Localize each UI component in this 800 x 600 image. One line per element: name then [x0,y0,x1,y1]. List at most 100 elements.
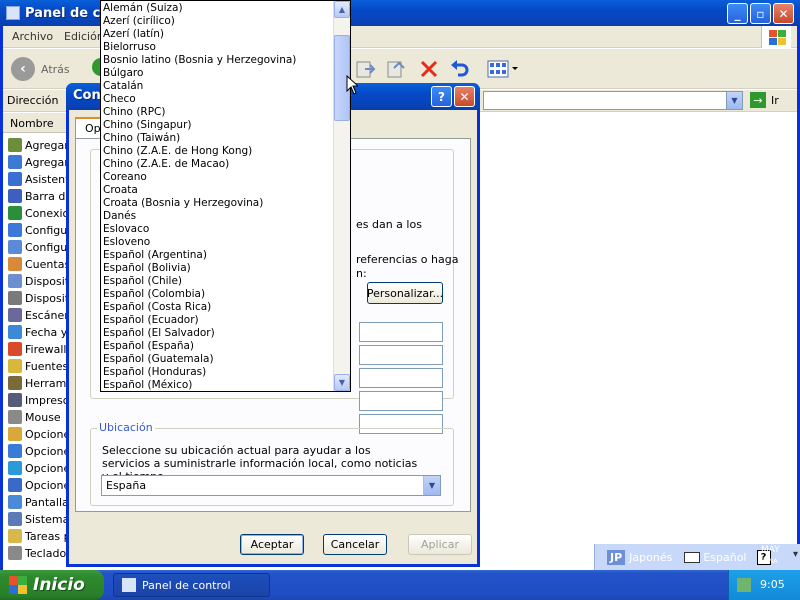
dropdown-scrollbar[interactable]: ▲ ▼ [333,1,350,391]
scroll-up-icon[interactable]: ▲ [334,1,350,18]
dropdown-option[interactable]: Danés [103,210,333,223]
keyboard-icon[interactable] [684,551,701,563]
back-button[interactable]: ‹ Atrás [11,57,70,81]
scroll-down-icon[interactable]: ▼ [334,374,350,391]
list-item[interactable]: Dispositiv [8,273,73,289]
minimize-button[interactable]: _ [727,3,748,24]
list-item[interactable]: Opciones [8,443,73,459]
location-select[interactable]: España ▼ [101,475,441,496]
list-item[interactable]: Firewall d [8,341,73,357]
list-item[interactable]: Sistema [8,511,73,527]
dropdown-option[interactable]: Catalán [103,80,333,93]
ok-button[interactable]: Aceptar [240,534,304,555]
list-item[interactable]: Tareas p [8,528,73,544]
list-item[interactable]: Teclado [8,545,73,561]
dropdown-option[interactable]: Azerí (latín) [103,28,333,41]
control-panel-task-icon [122,578,136,592]
views-icon[interactable] [486,58,520,80]
taskbar-item-control-panel[interactable]: Panel de control [113,573,270,597]
list-item[interactable]: Configura [8,222,73,238]
list-item[interactable]: Pantalla [8,494,73,510]
dropdown-option[interactable]: Bielorruso [103,41,333,54]
help-button[interactable]: ? [431,86,452,107]
applet-icon [8,376,22,390]
dropdown-option[interactable]: Chino (Z.A.E. de Hong Kong) [103,145,333,158]
apply-button[interactable]: Aplicar [408,534,472,555]
list-item[interactable]: Mouse [8,409,73,425]
list-item[interactable]: Conexion [8,205,73,221]
list-item[interactable]: Barra de [8,188,73,204]
list-item[interactable]: Herramie [8,375,73,391]
dropdown-option[interactable]: Español (Honduras) [103,366,333,379]
list-item[interactable]: Escáner [8,307,73,323]
dropdown-option[interactable]: Croata (Bosnia y Herzegovina) [103,197,333,210]
dropdown-option[interactable]: Alemán (Suiza) [103,2,333,15]
dropdown-option[interactable]: Búlgaro [103,67,333,80]
langbar-options-icon[interactable]: ▾ [793,549,798,560]
dropdown-option[interactable]: Chino (Z.A.E. de Macao) [103,158,333,171]
list-item[interactable]: Asistente [8,171,73,187]
list-item[interactable]: Opciones [8,426,73,442]
tray-network-icon[interactable] [737,578,751,592]
list-item[interactable]: Cuentas [8,256,73,272]
dropdown-option[interactable]: Español (Argentina) [103,249,333,262]
sample-currency-field [359,345,443,365]
list-item[interactable]: Agregar [8,154,73,170]
list-item[interactable]: Agregar [8,137,73,153]
caps-indicator: MAY [761,545,780,555]
go-arrow-icon[interactable]: → [750,92,766,108]
dropdown-option[interactable]: Español (Bolivia) [103,262,333,275]
dropdown-option[interactable]: Eslovaco [103,223,333,236]
list-item[interactable]: Fecha y l [8,324,73,340]
dropdown-option[interactable]: Azerí (cirílico) [103,15,333,28]
dropdown-option[interactable]: Español (Ecuador) [103,314,333,327]
dropdown-option[interactable]: Bosnio latino (Bosnia y Herzegovina) [103,54,333,67]
list-item[interactable]: Impresor [8,392,73,408]
dropdown-option[interactable]: Español (Chile) [103,275,333,288]
start-label: Inicio [33,575,85,595]
applet-icon [8,546,22,560]
copy-to-icon[interactable] [386,58,408,80]
maximize-button[interactable]: ▫ [750,3,771,24]
system-tray: 9:05 [728,570,800,600]
dropdown-option[interactable]: Español (Guatemala) [103,353,333,366]
menu-edicion[interactable]: Edición [64,30,104,43]
delete-icon[interactable] [418,58,440,80]
back-arrow-icon: ‹ [11,57,35,81]
move-to-icon[interactable] [355,58,377,80]
input-language[interactable]: Japonés [629,551,672,564]
dropdown-option[interactable]: Esloveno [103,236,333,249]
list-item[interactable]: Opciones [8,460,73,476]
dialog-close-button[interactable]: ✕ [454,86,475,107]
dropdown-option[interactable]: Español (México) [103,379,333,392]
address-input[interactable]: ▼ [483,91,743,110]
column-header-name[interactable]: Nombre [3,113,71,133]
list-item[interactable]: Fuentes [8,358,73,374]
dropdown-option[interactable]: Chino (Taiwán) [103,132,333,145]
address-dropdown-icon[interactable]: ▼ [726,92,742,109]
keyboard-layout[interactable]: Español [703,551,746,564]
dropdown-option[interactable]: Español (Costa Rica) [103,301,333,314]
address-label: Dirección [7,94,59,107]
dropdown-option[interactable]: Chino (RPC) [103,106,333,119]
language-badge[interactable]: JP [607,549,626,565]
close-window-button[interactable]: ✕ [773,3,794,24]
dropdown-option[interactable]: Español (España) [103,340,333,353]
dropdown-option[interactable]: Coreano [103,171,333,184]
undo-icon[interactable] [449,58,471,80]
list-item[interactable]: Configura [8,239,73,255]
menu-archivo[interactable]: Archivo [12,30,53,43]
dropdown-option[interactable]: Español (El Salvador) [103,327,333,340]
dropdown-option[interactable]: Chino (Singapur) [103,119,333,132]
language-dropdown-list[interactable]: Alemán (Suiza) Azerí (cirílico) Azerí (lat… [100,0,351,392]
list-item[interactable]: Dispositiv [8,290,73,306]
cancel-button[interactable]: Cancelar [323,534,387,555]
location-dropdown-icon[interactable]: ▼ [423,476,440,495]
go-label[interactable]: Ir [771,94,779,107]
customize-button[interactable]: Personalizar... [367,282,443,304]
dropdown-option[interactable]: Croata [103,184,333,197]
start-button[interactable]: Inicio [0,570,104,600]
dropdown-option[interactable]: Español (Colombia) [103,288,333,301]
dropdown-option[interactable]: Checo [103,93,333,106]
list-item[interactable]: Opciones [8,477,73,493]
